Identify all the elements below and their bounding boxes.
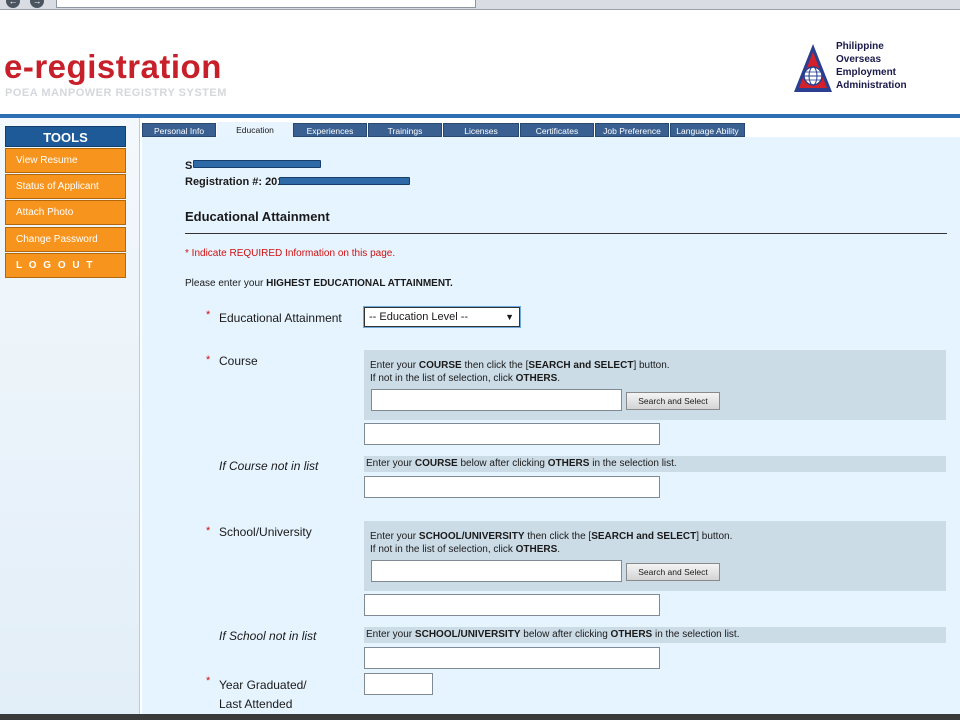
school-label: School/University (219, 525, 312, 539)
forward-arrow-icon[interactable]: → (30, 0, 44, 8)
header-divider (0, 114, 960, 118)
site-header: e-registration POEA MANPOWER REGISTRY SY… (0, 10, 960, 114)
school-search-select-button[interactable]: Search and Select (626, 563, 720, 581)
school-selected-field[interactable] (364, 594, 660, 616)
section-divider (185, 233, 947, 234)
sidebar-item-status-of-applicant[interactable]: Status of Applicant (5, 174, 126, 199)
tab-education[interactable]: Education (217, 122, 293, 138)
course-label: Course (219, 354, 258, 368)
school-other-input[interactable] (364, 647, 660, 669)
education-form: S Registration #: 2015 Educational Attai… (142, 137, 960, 720)
required-star: * (206, 354, 211, 366)
year-graduated-input[interactable] (364, 673, 433, 695)
course-search-select-button[interactable]: Search and Select (626, 392, 720, 410)
course-other-label: If Course not in list (219, 459, 319, 473)
redacted-registration (279, 177, 410, 185)
school-search-input[interactable] (371, 560, 622, 582)
tab-personal-info[interactable]: Personal Info (142, 123, 216, 137)
page: ← → e-registration POEA MANPOWER REGISTR… (0, 0, 960, 720)
intro-text: Please enter your HIGHEST EDUCATIONAL AT… (185, 278, 453, 289)
required-star: * (206, 675, 211, 687)
intro-bold: HIGHEST EDUCATIONAL ATTAINMENT. (266, 278, 453, 289)
site-subtitle: POEA MANPOWER REGISTRY SYSTEM (5, 87, 227, 99)
required-star: * (206, 525, 211, 537)
sidebar-item-view-resume[interactable]: View Resume (5, 148, 126, 173)
required-note: * Indicate REQUIRED Information on this … (185, 248, 396, 259)
tab-job-preference[interactable]: Job Preference (595, 123, 669, 137)
educational-attainment-label: Educational Attainment (219, 311, 342, 325)
sidebar-item-logout[interactable]: L O G O U T (5, 253, 126, 278)
agency-name: Philippine Overseas Employment Administr… (836, 40, 907, 92)
tools-sidebar: TOOLS View Resume Status of Applicant At… (0, 118, 140, 720)
sidebar-item-attach-photo[interactable]: Attach Photo (5, 200, 126, 225)
course-help-text: Enter your COURSE then click the [SEARCH… (370, 360, 670, 384)
poea-globe-triangle-icon (794, 44, 832, 92)
course-selected-field[interactable] (364, 423, 660, 445)
course-search-panel: Enter your COURSE then click the [SEARCH… (364, 350, 946, 420)
education-level-value: -- Education Level -- (369, 311, 469, 323)
applicant-name: S (185, 160, 193, 172)
tab-trainings[interactable]: Trainings (368, 123, 442, 137)
browser-toolbar: ← → (0, 0, 960, 10)
agency-name-line: Administration (836, 80, 907, 91)
school-search-panel: Enter your SCHOOL/UNIVERSITY then click … (364, 521, 946, 591)
year-graduated-label: Year Graduated/ Last Attended (219, 676, 307, 714)
course-search-input[interactable] (371, 389, 622, 411)
site-title: e-registration (4, 48, 222, 85)
tab-certificates[interactable]: Certificates (520, 123, 594, 137)
required-star: * (206, 309, 211, 321)
school-help-text: Enter your SCHOOL/UNIVERSITY then click … (370, 531, 733, 555)
tab-experiences[interactable]: Experiences (293, 123, 367, 137)
year-label-line: Year Graduated/ (219, 678, 307, 692)
sidebar-item-change-password[interactable]: Change Password (5, 227, 126, 252)
agency-name-line: Employment (836, 67, 897, 78)
dropdown-caret-icon: ▼ (505, 312, 514, 322)
agency-name-line: Overseas (836, 54, 882, 65)
school-other-label: If School not in list (219, 629, 317, 643)
education-level-select[interactable]: -- Education Level -- ▼ (364, 307, 520, 327)
redacted-name (193, 160, 321, 168)
school-other-hint: Enter your SCHOOL/UNIVERSITY below after… (364, 627, 946, 643)
agency-name-line: Philippine (836, 41, 884, 52)
registration-number: Registration #: 2015 (185, 176, 290, 188)
address-bar[interactable] (56, 0, 476, 8)
tab-licenses[interactable]: Licenses (443, 123, 519, 137)
tools-header: TOOLS (5, 126, 126, 147)
year-label-line: Last Attended (219, 697, 293, 711)
course-other-input[interactable] (364, 476, 660, 498)
window-bottom-edge (0, 714, 960, 720)
tab-language-ability[interactable]: Language Ability (670, 123, 745, 137)
back-arrow-icon[interactable]: ← (6, 0, 20, 8)
course-other-hint: Enter your COURSE below after clicking O… (364, 456, 946, 472)
section-title: Educational Attainment (185, 209, 330, 224)
intro-prefix: Please enter your (185, 278, 267, 289)
